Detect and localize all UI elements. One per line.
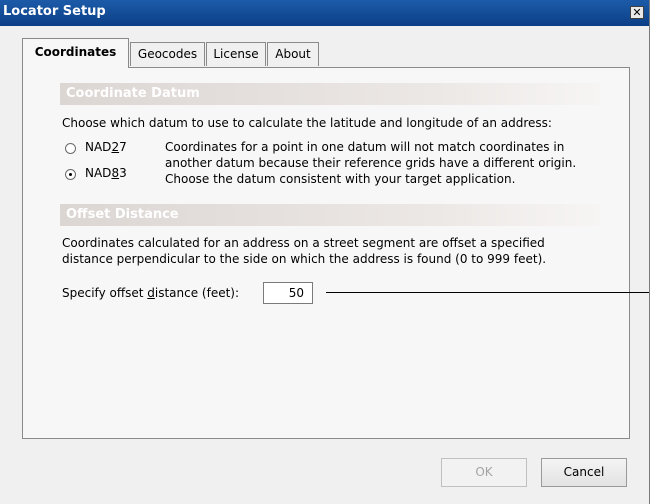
offset-distance-label: Specify offset distance (feet): bbox=[62, 286, 240, 300]
radio-nad27-label[interactable]: NAD27 bbox=[85, 140, 127, 154]
datum-explanation-line-3: Choose the datum consistent with your ta… bbox=[165, 172, 516, 186]
offset-description-line-2: distance perpendicular to the side on wh… bbox=[62, 252, 547, 266]
radio-nad83-circle[interactable] bbox=[65, 169, 76, 180]
offset-description-line-1: Coordinates calculated for an address on… bbox=[62, 236, 545, 250]
coordinate-datum-header: Coordinate Datum bbox=[60, 83, 600, 105]
locator-setup-dialog: Locator Setup ✕ Coordinates Geocodes Lic… bbox=[0, 0, 650, 504]
datum-instruction: Choose which datum to use to calculate t… bbox=[62, 116, 552, 130]
close-icon[interactable]: ✕ bbox=[630, 6, 644, 19]
ok-button[interactable]: OK bbox=[441, 458, 527, 487]
tab-coordinates[interactable]: Coordinates bbox=[22, 38, 129, 68]
tab-about[interactable]: About bbox=[267, 42, 319, 66]
offset-distance-input[interactable]: 50 bbox=[263, 282, 313, 304]
tab-geocodes[interactable]: Geocodes bbox=[130, 42, 205, 66]
radio-nad27-circle[interactable] bbox=[65, 143, 76, 154]
datum-explanation-line-2: another datum because their reference gr… bbox=[165, 156, 577, 170]
window-title: Locator Setup bbox=[3, 4, 106, 19]
callout-leader-line bbox=[326, 292, 649, 293]
radio-nad83-label[interactable]: NAD83 bbox=[85, 166, 127, 180]
tab-license[interactable]: License bbox=[206, 42, 266, 66]
cancel-button[interactable]: Cancel bbox=[541, 458, 627, 487]
datum-explanation-line-1: Coordinates for a point in one datum wil… bbox=[165, 140, 565, 154]
title-bar[interactable]: Locator Setup ✕ bbox=[0, 0, 649, 26]
offset-distance-header: Offset Distance bbox=[60, 204, 600, 226]
